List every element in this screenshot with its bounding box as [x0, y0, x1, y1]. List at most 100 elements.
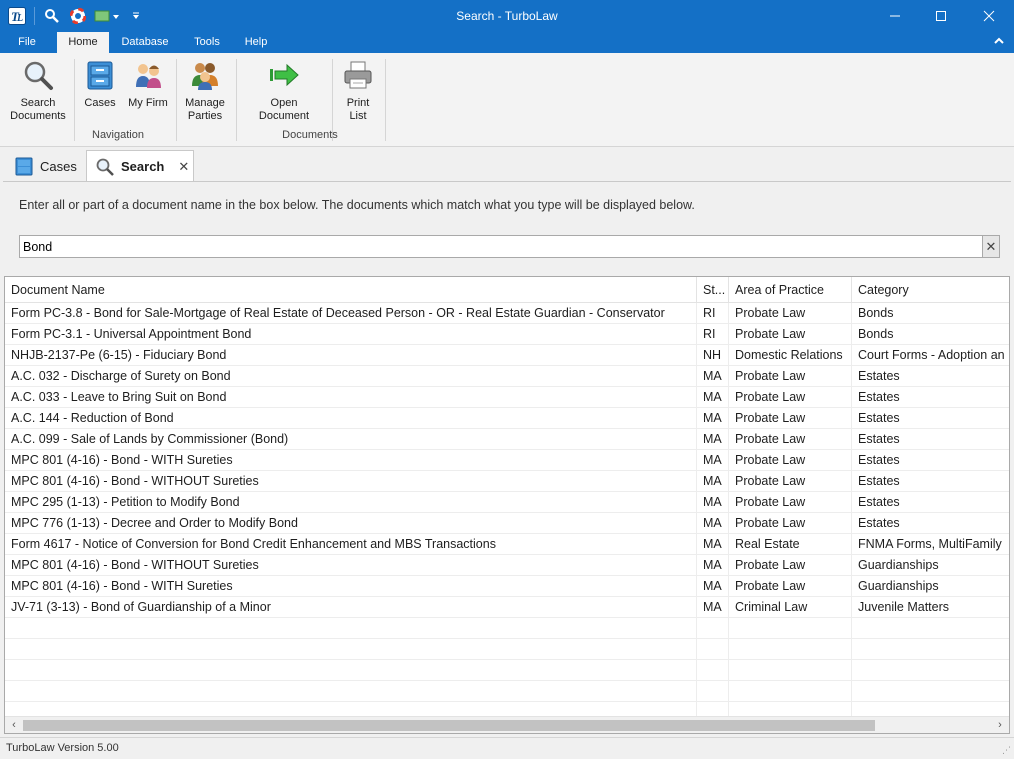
table-row[interactable]: MPC 801 (4-16) - Bond - WITHOUT Sureties…: [5, 555, 1009, 576]
cell-category: Estates: [858, 495, 900, 509]
empty-row: [5, 618, 1009, 639]
empty-cell: [5, 660, 697, 681]
cell-area-of-practice: Probate Law: [729, 408, 852, 429]
window-title: Search - TurboLaw: [456, 9, 558, 23]
tab-tools[interactable]: Tools: [186, 32, 228, 53]
cell-document-name: Form PC-3.8 - Bond for Sale-Mortgage of …: [5, 303, 697, 324]
cell-state: MA: [697, 555, 729, 576]
table-row[interactable]: A.C. 144 - Reduction of Bond MA Probate La…: [5, 408, 1009, 429]
cell-state: RI: [697, 303, 729, 324]
scroll-left-icon[interactable]: ‹: [6, 718, 22, 733]
resize-grip-icon[interactable]: ⋰: [1002, 745, 1011, 756]
scrollbar-thumb[interactable]: [23, 720, 875, 731]
cell-area-of-practice: Probate Law: [729, 555, 852, 576]
search-field[interactable]: [19, 235, 983, 258]
tab-database[interactable]: Database: [115, 32, 175, 53]
green-arrow-icon: [268, 59, 300, 91]
cell-area-of-practice: Probate Law: [729, 366, 852, 387]
print-list-label: Print List: [346, 97, 370, 122]
table-row[interactable]: Form 4617 - Notice of Conversion for Bon…: [5, 534, 1009, 555]
table-row[interactable]: A.C. 033 - Leave to Bring Suit on Bond MA…: [5, 387, 1009, 408]
tab-search[interactable]: Search ✕: [86, 150, 194, 182]
table-row[interactable]: Form PC-3.1 - Universal Appointment Bond…: [5, 324, 1009, 345]
table-row[interactable]: A.C. 032 - Discharge of Surety on Bond MA…: [5, 366, 1009, 387]
cell-category: Bonds: [858, 306, 894, 320]
cell-document-name: A.C. 099 - Sale of Lands by Commissioner…: [5, 429, 697, 450]
table-row[interactable]: MPC 801 (4-16) - Bond - WITH Sureties MA P…: [5, 576, 1009, 597]
cell-state: MA: [697, 492, 729, 513]
cases-button[interactable]: Cases: [80, 59, 120, 110]
ribbon-separator: [74, 59, 75, 141]
maximize-icon[interactable]: [918, 0, 964, 32]
parties-icon: [189, 59, 221, 91]
manage-parties-button[interactable]: Manage Parties: [180, 59, 230, 123]
cell-state: MA: [697, 408, 729, 429]
scroll-right-icon[interactable]: ›: [992, 718, 1008, 733]
cell-category: Guardianships: [858, 558, 939, 572]
print-list-button[interactable]: Print List: [340, 59, 376, 123]
my-firm-button[interactable]: My Firm: [126, 59, 170, 110]
cell-state: MA: [697, 597, 729, 618]
tab-help[interactable]: Help: [236, 32, 276, 53]
cell-area-of-practice: Probate Law: [729, 324, 852, 345]
ribbon-separator: [236, 59, 237, 141]
empty-row: [5, 639, 1009, 660]
table-row[interactable]: MPC 295 (1-13) - Petition to Modify Bond…: [5, 492, 1009, 513]
open-document-label: Open Document: [258, 97, 310, 122]
cell-area-of-practice: Probate Law: [729, 492, 852, 513]
search-input[interactable]: [20, 236, 982, 257]
cell-state: MA: [697, 387, 729, 408]
cell-document-name: Form PC-3.1 - Universal Appointment Bond: [5, 324, 697, 345]
empty-cell: [697, 618, 729, 639]
cell-document-name: MPC 295 (1-13) - Petition to Modify Bond: [5, 492, 697, 513]
search-instructions: Enter all or part of a document name in …: [19, 198, 695, 212]
horizontal-scrollbar[interactable]: ‹ ›: [5, 716, 1009, 733]
empty-cell: [5, 618, 697, 639]
column-header-area-of-practice[interactable]: Area of Practice: [729, 277, 852, 303]
cases-label: Cases: [84, 97, 116, 109]
cell-state: MA: [697, 450, 729, 471]
open-document-button[interactable]: Open Document: [244, 59, 324, 123]
tab-home[interactable]: Home: [57, 32, 109, 54]
table-row[interactable]: MPC 776 (1-13) - Decree and Order to Mod…: [5, 513, 1009, 534]
grid-rows: Form PC-3.8 - Bond for Sale-Mortgage of …: [5, 303, 1009, 723]
tab-search-label: Search: [121, 159, 165, 174]
table-row[interactable]: JV-71 (3-13) - Bond of Guardianship of a…: [5, 597, 1009, 618]
table-row[interactable]: Form PC-3.8 - Bond for Sale-Mortgage of …: [5, 303, 1009, 324]
cell-category: Juvenile Matters: [858, 600, 950, 614]
tab-cases[interactable]: Cases: [6, 150, 84, 182]
ribbon-separator: [385, 59, 386, 141]
cell-area-of-practice: Criminal Law: [729, 597, 852, 618]
status-bar: TurboLaw Version 5.00 ⋰: [0, 737, 1014, 759]
cell-area-of-practice: Domestic Relations: [729, 345, 852, 366]
column-header-state[interactable]: St...: [697, 277, 729, 303]
table-row[interactable]: A.C. 099 - Sale of Lands by Commissioner…: [5, 429, 1009, 450]
table-row[interactable]: MPC 801 (4-16) - Bond - WITHOUT Sureties…: [5, 471, 1009, 492]
magnifier-icon: [95, 157, 115, 177]
cell-document-name: A.C. 032 - Discharge of Surety on Bond: [5, 366, 697, 387]
empty-row: [5, 660, 1009, 681]
cell-document-name: MPC 801 (4-16) - Bond - WITHOUT Sureties: [5, 555, 697, 576]
empty-cell: [852, 660, 1009, 681]
cell-document-name: JV-71 (3-13) - Bond of Guardianship of a…: [5, 597, 697, 618]
empty-cell: [729, 681, 852, 702]
table-row[interactable]: MPC 801 (4-16) - Bond - WITH Sureties MA P…: [5, 450, 1009, 471]
cell-state: MA: [697, 576, 729, 597]
close-icon[interactable]: [966, 0, 1012, 32]
search-documents-button[interactable]: Search Documents: [8, 59, 68, 123]
minimize-icon[interactable]: [872, 0, 918, 32]
grid-header: Document Name St... Area of Practice Cat…: [5, 277, 1009, 303]
tab-file[interactable]: File: [6, 32, 48, 53]
cell-document-name: MPC 801 (4-16) - Bond - WITH Sureties: [5, 576, 697, 597]
close-tab-icon[interactable]: ✕: [178, 159, 189, 175]
collapse-ribbon-icon[interactable]: [994, 36, 1004, 48]
empty-row: [5, 681, 1009, 702]
cell-category: Court Forms - Adoption an: [858, 348, 1005, 362]
cell-area-of-practice: Probate Law: [729, 576, 852, 597]
table-row[interactable]: NHJB-2137-Pe (6-15) - Fiduciary Bond NH Do…: [5, 345, 1009, 366]
file-cabinet-icon: [14, 156, 34, 176]
empty-cell: [729, 660, 852, 681]
column-header-document-name[interactable]: Document Name: [5, 277, 697, 303]
column-header-category[interactable]: Category: [852, 277, 1009, 303]
clear-search-icon[interactable]: ✕: [983, 235, 1000, 258]
